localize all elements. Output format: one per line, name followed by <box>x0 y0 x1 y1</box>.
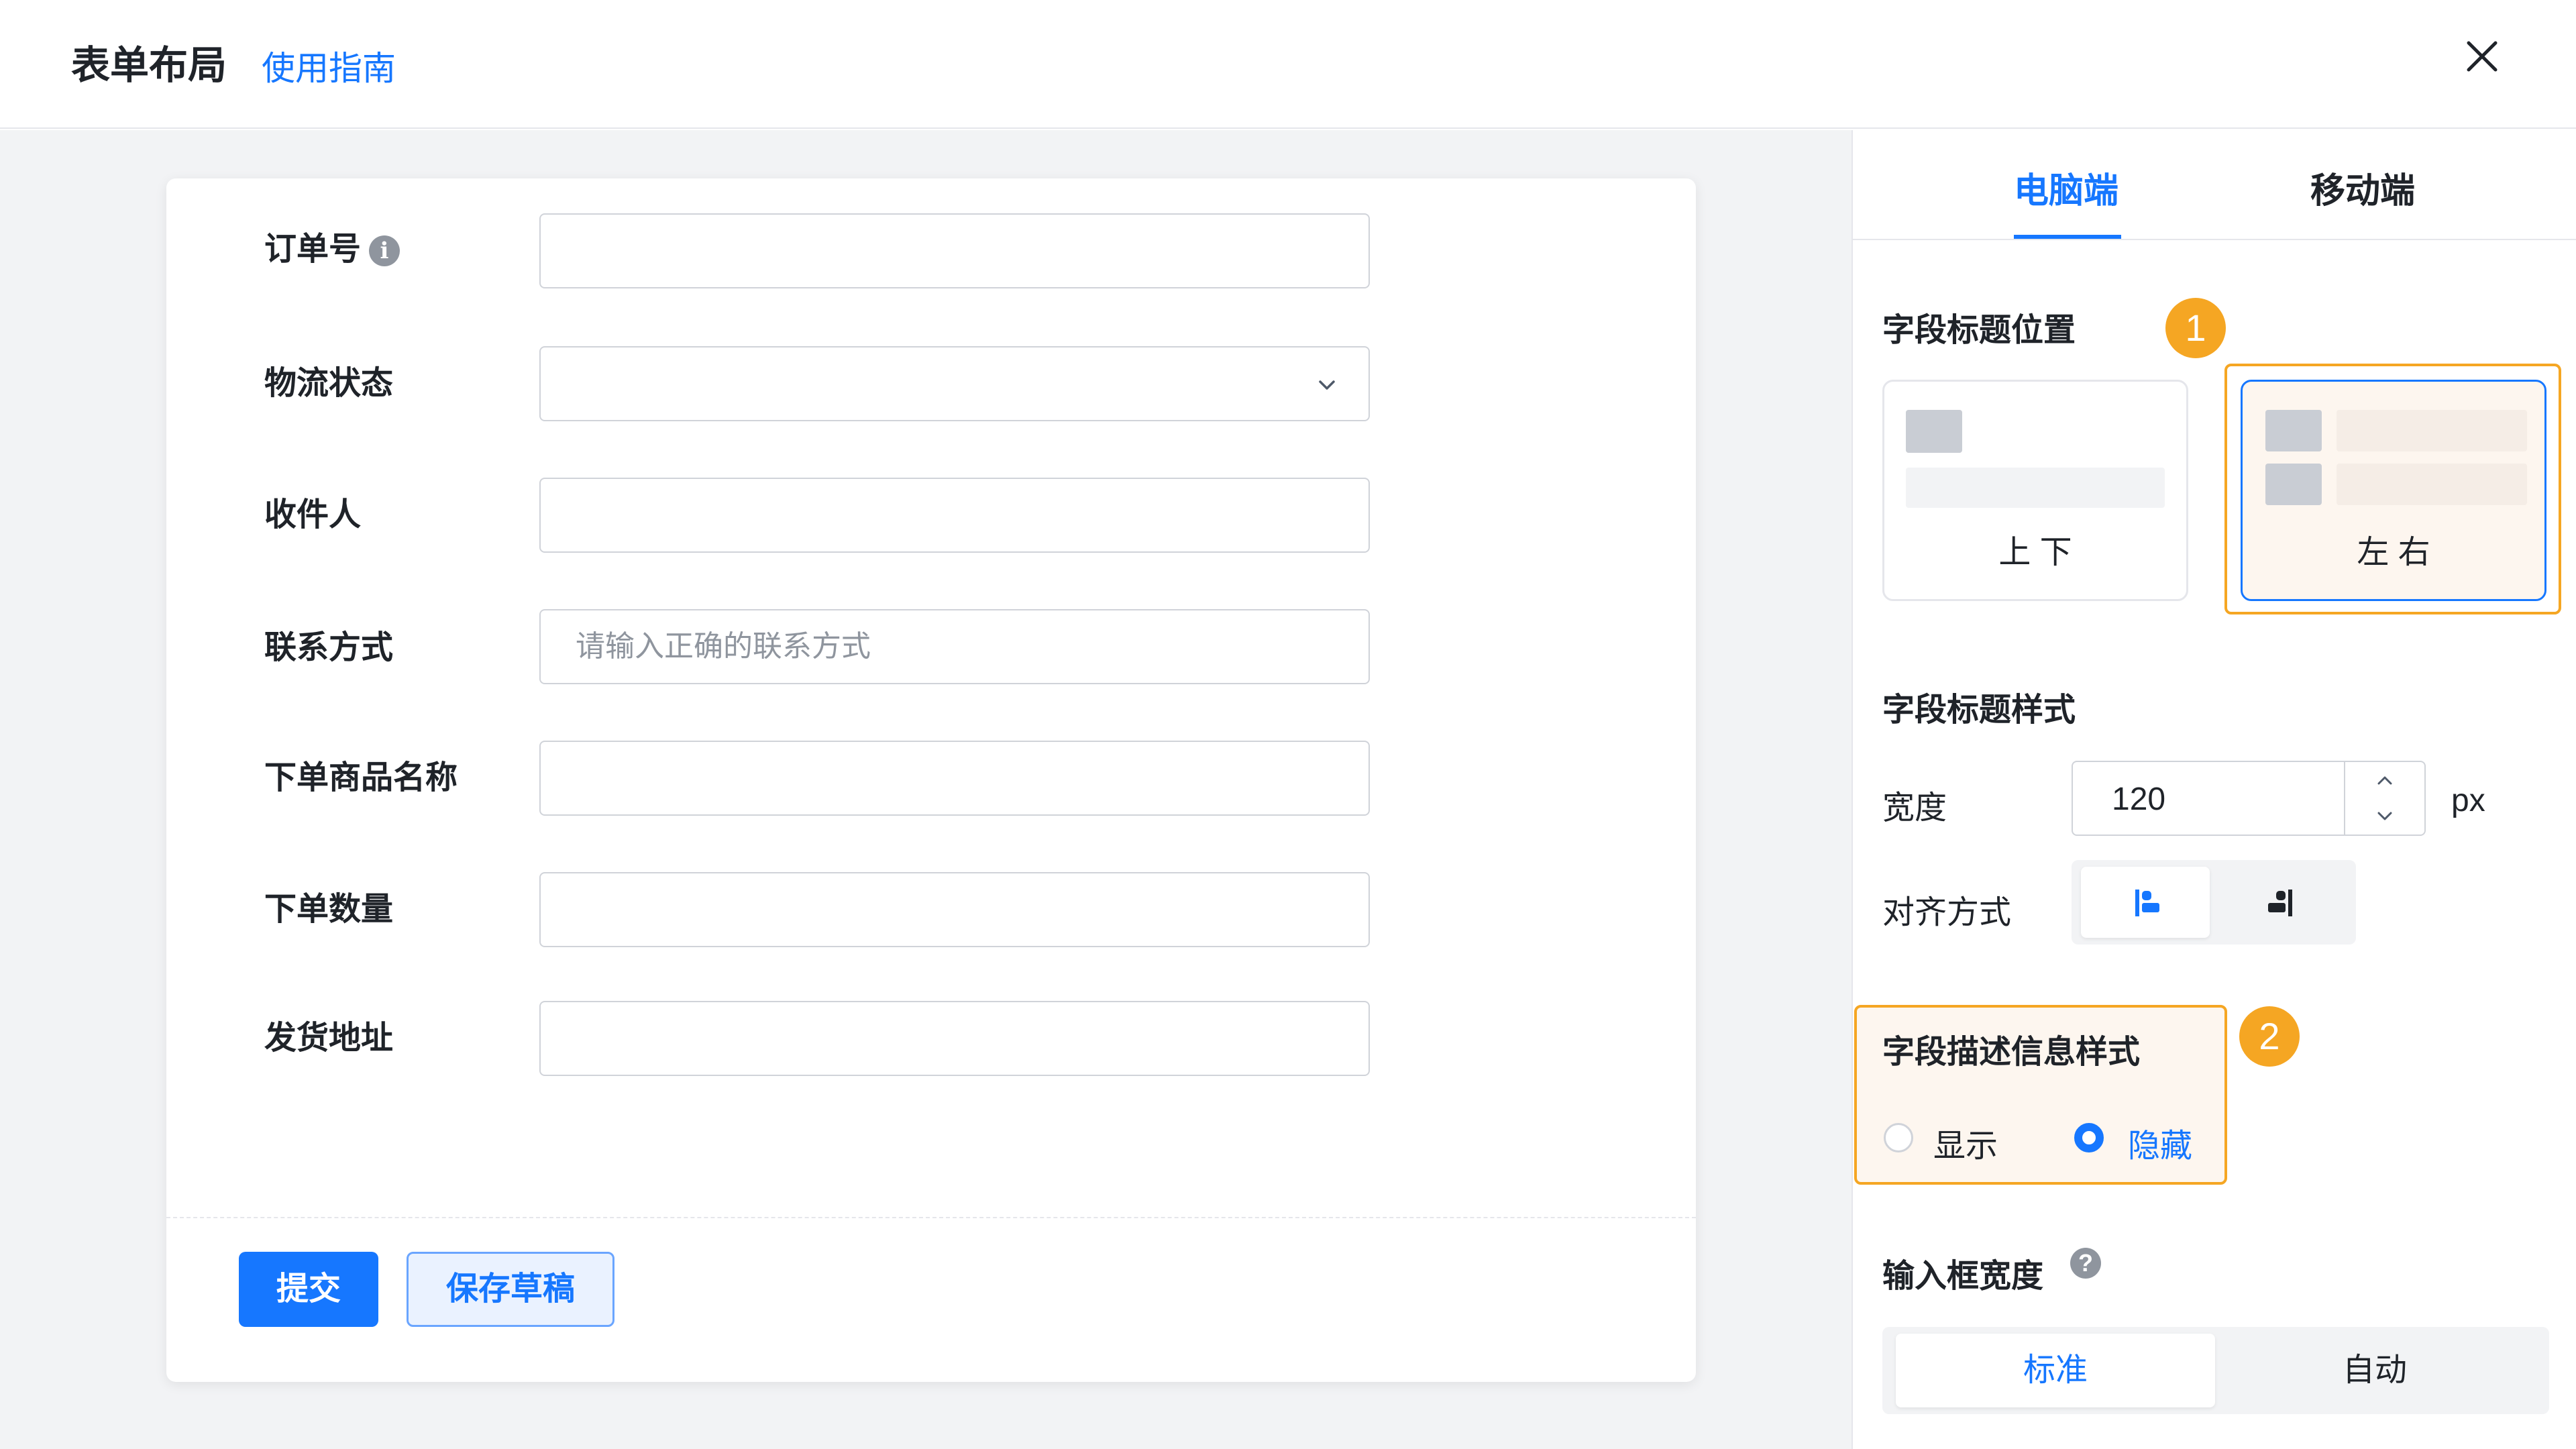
title-position-heading: 字段标题位置 <box>1882 313 2076 348</box>
preview-input-block <box>1906 468 2165 508</box>
title-position-top-bottom[interactable]: 上 下 <box>1882 380 2188 601</box>
chevron-down-icon <box>2377 812 2392 820</box>
title-position-left-right[interactable]: 左 右 <box>2241 380 2546 601</box>
field-label-product-name: 下单商品名称 <box>264 760 458 796</box>
preview-label-block <box>2265 410 2322 451</box>
logistics-status-select[interactable] <box>539 346 1370 421</box>
close-icon[interactable] <box>2463 38 2501 75</box>
width-unit: px <box>2451 783 2485 818</box>
preview-input-block <box>2337 464 2527 505</box>
order-no-input[interactable] <box>539 213 1370 288</box>
quantity-input[interactable] <box>539 872 1370 947</box>
active-tab-indicator <box>2014 235 2121 239</box>
preview-label-block <box>1906 410 1962 453</box>
hide-description-radio[interactable] <box>2074 1123 2104 1152</box>
width-stepper-input[interactable]: 120 <box>2072 761 2426 836</box>
form-footer-divider <box>166 1217 1696 1218</box>
width-stepper <box>2344 762 2424 835</box>
input-width-standard[interactable]: 标准 <box>1896 1334 2215 1407</box>
step-badge-1: 1 <box>2165 298 2226 358</box>
alignment-toggle <box>2072 860 2356 945</box>
title-position-left-right-label: 左 右 <box>2357 535 2430 570</box>
product-name-input[interactable] <box>539 741 1370 816</box>
recipient-input[interactable] <box>539 478 1370 553</box>
width-value: 120 <box>2112 782 2166 817</box>
contact-input[interactable]: 请输入正确的联系方式 <box>539 609 1370 684</box>
increment-button[interactable] <box>2345 762 2424 798</box>
show-description-radio[interactable] <box>1884 1123 1913 1152</box>
field-label-recipient: 收件人 <box>264 497 362 533</box>
align-right-option[interactable] <box>2218 867 2347 938</box>
input-width-heading: 输入框宽度 <box>1882 1258 2044 1294</box>
form-card: 订单号 i 物流状态 收件人 联系方式 请输入正确的联系方式 下单商品名称 下单数… <box>166 178 1696 1382</box>
hide-description-label[interactable]: 隐藏 <box>2128 1119 2192 1166</box>
save-draft-button[interactable]: 保存草稿 <box>407 1252 614 1327</box>
input-width-toggle: 标准 自动 <box>1882 1327 2549 1414</box>
align-left-option[interactable] <box>2081 867 2210 938</box>
width-label: 宽度 <box>1882 790 1947 826</box>
field-label-quantity: 下单数量 <box>264 892 394 927</box>
field-label-text: 订单号 <box>264 231 362 267</box>
title-position-top-bottom-label: 上 下 <box>1998 535 2072 570</box>
chevron-down-icon <box>1319 380 1335 390</box>
field-label-order-no: 订单号 i <box>264 229 400 270</box>
align-right-icon <box>2268 890 2292 916</box>
dialog-header: 表单布局 使用指南 <box>0 0 2576 129</box>
step-badge-2: 2 <box>2239 1006 2300 1067</box>
field-label-contact: 联系方式 <box>264 630 394 665</box>
show-description-label[interactable]: 显示 <box>1933 1119 1998 1166</box>
field-label-logistics: 物流状态 <box>264 366 394 401</box>
device-tabs: 电脑端 移动端 <box>1853 130 2576 240</box>
settings-panel: 电脑端 移动端 字段标题位置 1 上 下 左 右 字段标题样式 宽度 120 p… <box>1851 130 2576 1449</box>
help-icon[interactable]: ? <box>2070 1248 2101 1279</box>
field-label-address: 发货地址 <box>264 1020 394 1056</box>
info-icon[interactable]: i <box>369 235 400 267</box>
input-width-auto[interactable]: 自动 <box>2215 1334 2534 1407</box>
align-left-icon <box>2135 890 2159 916</box>
usage-guide-link[interactable]: 使用指南 <box>262 42 396 90</box>
decrement-button[interactable] <box>2345 798 2424 835</box>
preview-input-block <box>2337 410 2527 451</box>
tab-mobile[interactable]: 移动端 <box>2310 162 2415 213</box>
form-preview-canvas: 订单号 i 物流状态 收件人 联系方式 请输入正确的联系方式 下单商品名称 下单数… <box>0 130 1851 1449</box>
submit-button[interactable]: 提交 <box>239 1252 378 1327</box>
title-style-heading: 字段标题样式 <box>1882 692 2076 728</box>
alignment-label: 对齐方式 <box>1882 895 2012 930</box>
preview-label-block <box>2265 464 2322 505</box>
description-style-heading: 字段描述信息样式 <box>1882 1034 2141 1070</box>
chevron-up-icon <box>2377 776 2392 785</box>
tab-desktop[interactable]: 电脑端 <box>2014 162 2118 213</box>
dialog-title: 表单布局 <box>71 44 227 87</box>
address-input[interactable] <box>539 1001 1370 1076</box>
